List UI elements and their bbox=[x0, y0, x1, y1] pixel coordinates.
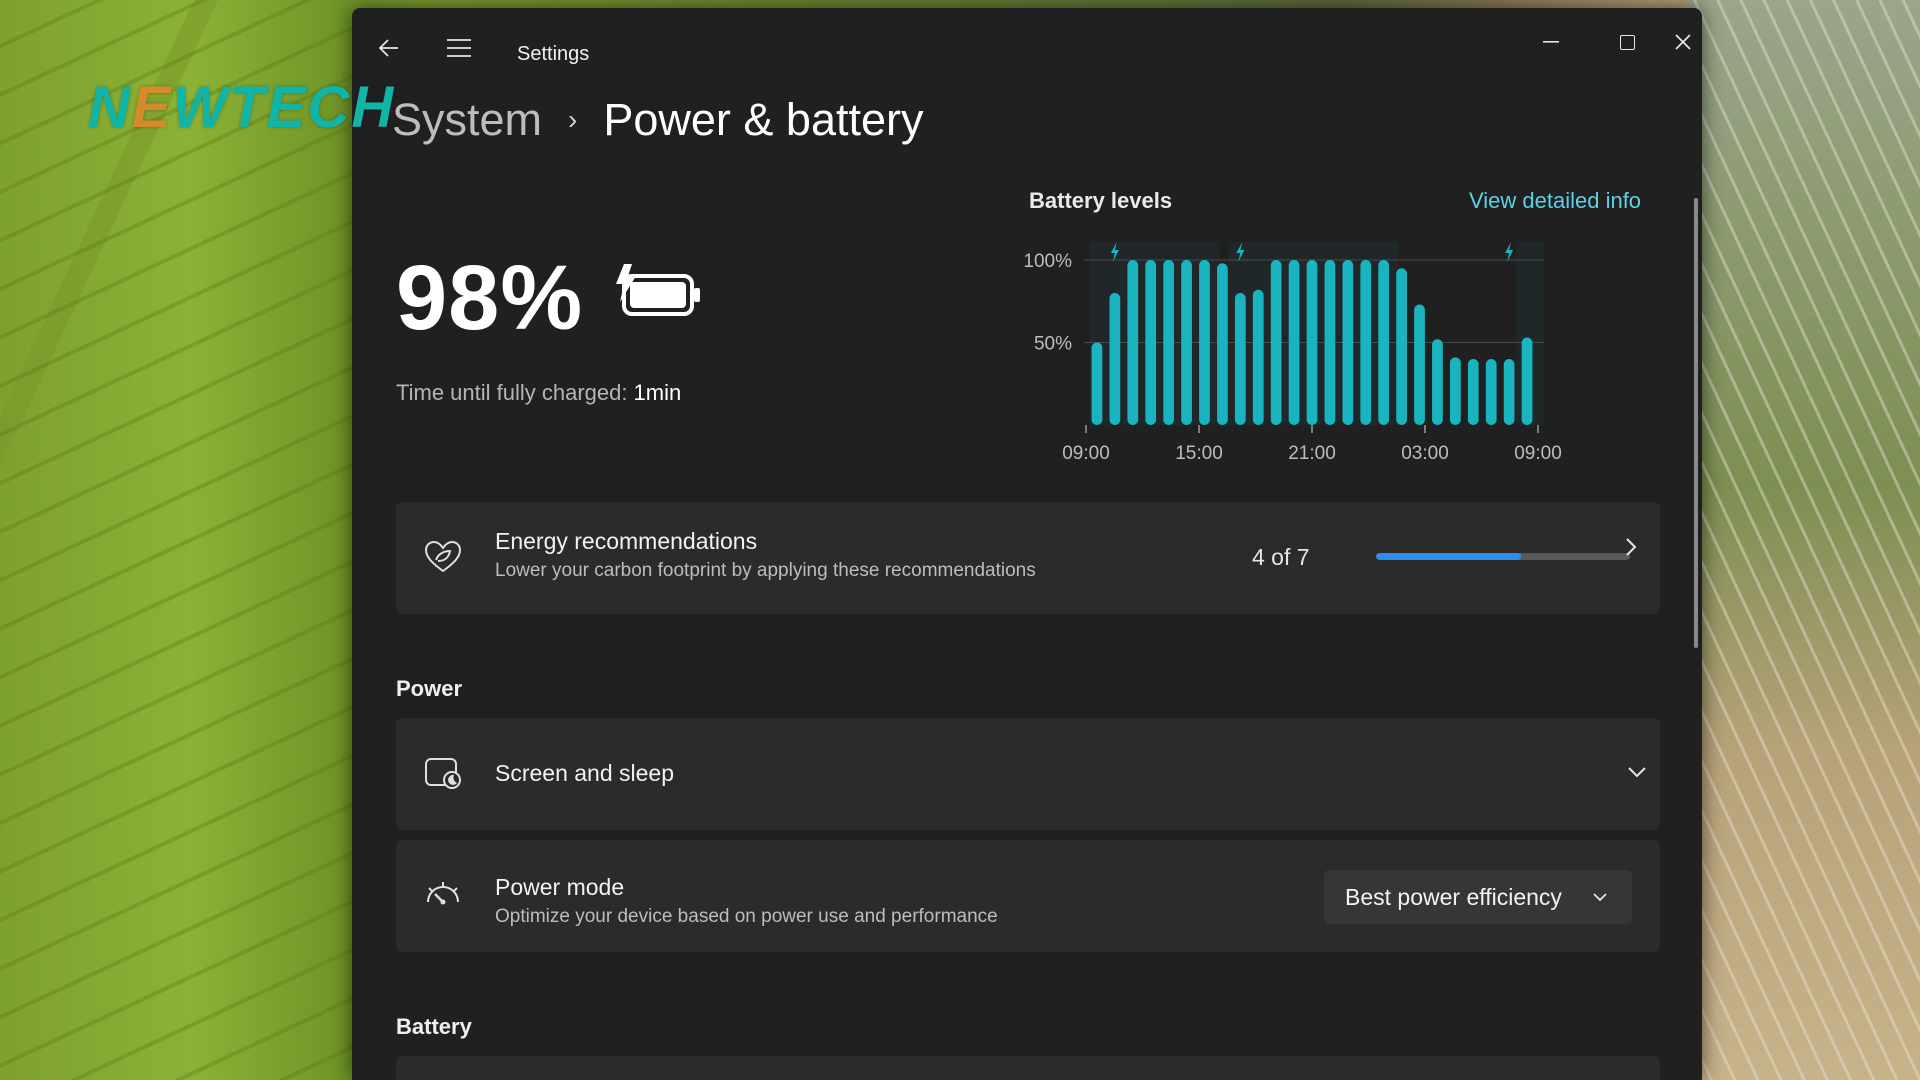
battery-bar bbox=[1414, 304, 1425, 425]
battery-bar bbox=[1432, 339, 1443, 425]
battery-bar bbox=[1503, 359, 1515, 425]
x-tick-label: 21:00 bbox=[1288, 443, 1336, 464]
recommendations-progress-bar bbox=[1376, 553, 1630, 560]
battery-charging-icon bbox=[616, 264, 700, 316]
time-until-charged-label: Time until fully charged: bbox=[396, 380, 628, 405]
time-until-charged-value: 1min bbox=[633, 380, 682, 405]
battery-levels-chart: 100% 50% 09:00 15:00 21:00 03:00 09:00 bbox=[1023, 242, 1562, 464]
battery-percentage: 98% bbox=[396, 247, 584, 349]
energy-recommendations-card[interactable]: Energy recommendations Lower your carbon… bbox=[396, 502, 1660, 614]
power-mode-title: Power mode bbox=[495, 874, 625, 900]
battery-bar bbox=[1378, 260, 1390, 425]
chevron-down-icon[interactable] bbox=[1626, 758, 1648, 786]
back-arrow-icon[interactable] bbox=[378, 38, 400, 64]
x-tick-label: 15:00 bbox=[1175, 443, 1223, 464]
x-tick-label: 03:00 bbox=[1401, 443, 1449, 464]
gauge-icon bbox=[424, 878, 462, 917]
view-detailed-info-link[interactable]: View detailed info bbox=[1469, 188, 1641, 214]
battery-settings-card[interactable] bbox=[396, 1056, 1660, 1080]
maximize-icon bbox=[1619, 34, 1635, 50]
battery-bar bbox=[1181, 260, 1192, 425]
screen-and-sleep-title: Screen and sleep bbox=[495, 760, 675, 786]
battery-bar bbox=[1252, 289, 1264, 425]
battery-bar bbox=[1342, 260, 1354, 425]
chevron-right-icon bbox=[1624, 536, 1638, 565]
breadcrumb-system[interactable]: System bbox=[392, 94, 542, 146]
energy-recommendations-subtitle: Lower your carbon footprint by applying … bbox=[495, 560, 1036, 581]
battery-bar bbox=[1360, 260, 1372, 425]
battery-bar bbox=[1306, 260, 1318, 425]
charging-bolt-icon bbox=[1505, 242, 1514, 262]
leaf-heart-icon bbox=[424, 540, 462, 579]
recommendations-progress-fill bbox=[1376, 553, 1522, 560]
power-mode-card: Power mode Optimize your device based on… bbox=[396, 840, 1660, 952]
battery-bar bbox=[1145, 260, 1157, 425]
battery-bar bbox=[1163, 260, 1175, 425]
screen-sleep-icon bbox=[424, 756, 462, 795]
hamburger-menu-icon[interactable] bbox=[446, 38, 472, 64]
chevron-down-icon bbox=[1592, 886, 1608, 907]
close-button[interactable] bbox=[1660, 24, 1702, 60]
minimize-button[interactable] bbox=[1528, 24, 1574, 60]
battery-bar bbox=[1324, 260, 1336, 425]
y-tick-label: 50% bbox=[1034, 334, 1072, 355]
power-mode-dropdown[interactable]: Best power efficiency bbox=[1324, 870, 1632, 924]
power-mode-subtitle: Optimize your device based on power use … bbox=[495, 906, 998, 927]
vertical-scrollbar[interactable] bbox=[1694, 198, 1698, 648]
page-title: Power & battery bbox=[603, 94, 924, 145]
battery-bar bbox=[1127, 260, 1139, 425]
battery-section-heading: Battery bbox=[396, 1014, 472, 1039]
battery-bar bbox=[1234, 293, 1246, 425]
y-tick-label: 100% bbox=[1023, 251, 1072, 272]
x-tick-label: 09:00 bbox=[1062, 443, 1110, 464]
x-tick-label: 09:00 bbox=[1514, 443, 1562, 464]
energy-recommendations-title: Energy recommendations bbox=[495, 528, 758, 554]
battery-bar bbox=[1485, 359, 1497, 425]
battery-bar bbox=[1217, 263, 1228, 425]
battery-levels-title: Battery levels bbox=[1029, 188, 1173, 213]
battery-bar bbox=[1109, 293, 1121, 425]
screen-and-sleep-card[interactable]: Screen and sleep bbox=[396, 718, 1660, 830]
power-mode-selected-value: Best power efficiency bbox=[1345, 883, 1562, 910]
title-bar: Settings bbox=[352, 8, 1702, 88]
maximize-button[interactable] bbox=[1604, 24, 1650, 60]
battery-bar bbox=[1521, 337, 1533, 425]
window-title: Settings bbox=[517, 43, 590, 65]
battery-bar bbox=[1199, 260, 1210, 425]
battery-bar bbox=[1396, 268, 1407, 425]
battery-bar bbox=[1091, 342, 1103, 425]
battery-bar bbox=[1270, 260, 1282, 425]
watermark-logo: NEWTECH bbox=[88, 75, 396, 140]
breadcrumb-separator: › bbox=[568, 104, 578, 135]
time-until-charged: Time until fully charged: 1min bbox=[396, 380, 681, 406]
battery-bar bbox=[1467, 359, 1479, 425]
recommendations-progress-text: 4 of 7 bbox=[1252, 544, 1310, 570]
power-section-heading: Power bbox=[396, 676, 463, 701]
battery-bar bbox=[1449, 357, 1461, 425]
breadcrumb: System › Power & battery bbox=[392, 94, 924, 146]
battery-bar bbox=[1288, 260, 1300, 425]
settings-window: Settings System › Power & battery 98% Ti… bbox=[352, 8, 1702, 1080]
